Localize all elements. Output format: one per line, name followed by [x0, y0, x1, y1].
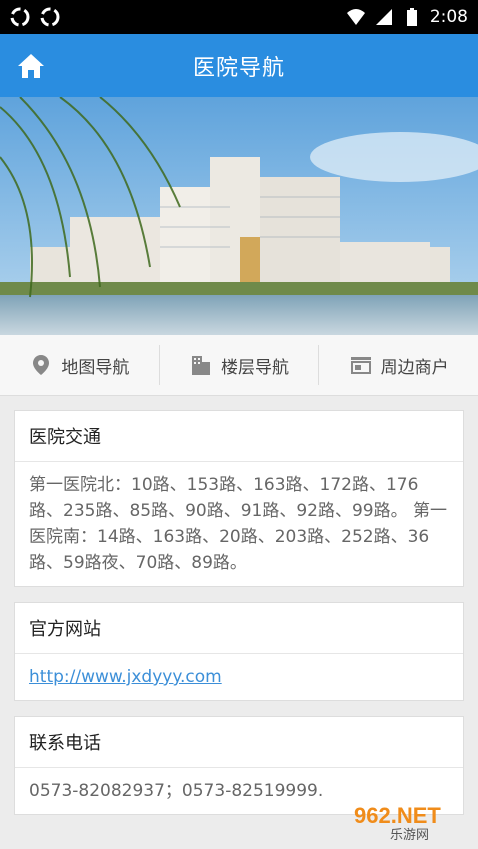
- signal-icon: [375, 9, 392, 25]
- tab-map-navigation[interactable]: 地图导航: [0, 345, 159, 385]
- traffic-info: 第一医院北：10路、153路、163路、172路、176路、235路、85路、9…: [29, 475, 448, 573]
- wifi-icon: [346, 9, 365, 25]
- hospital-photo: [0, 97, 478, 335]
- sync-icon: [40, 7, 60, 27]
- card-title: 医院交通: [15, 411, 463, 462]
- traffic-card: 医院交通 第一医院北：10路、153路、163路、172路、176路、235路、…: [14, 410, 464, 587]
- tab-label: 楼层导航: [221, 357, 289, 378]
- nav-tabs: 地图导航 楼层导航 周边商户: [0, 335, 478, 396]
- building-icon: [192, 356, 210, 375]
- content: 医院交通 第一医院北：10路、153路、163路、172路、176路、235路、…: [0, 410, 478, 815]
- page-title: 医院导航: [192, 55, 285, 81]
- tab-nearby-stores[interactable]: 周边商户: [318, 345, 478, 385]
- svg-text:乐游网: 乐游网: [390, 828, 429, 843]
- location-pin-icon: [33, 355, 50, 375]
- app-bar: 医院导航: [0, 34, 478, 97]
- website-link[interactable]: http://www.jxdyyy.com: [29, 667, 222, 687]
- store-icon: [350, 357, 371, 374]
- tab-label: 地图导航: [61, 357, 130, 378]
- home-icon[interactable]: [16, 52, 46, 80]
- watermark-logo: 962.NET 乐游网: [350, 799, 470, 843]
- svg-text:962.NET: 962.NET: [354, 803, 441, 828]
- card-title: 联系电话: [15, 717, 463, 768]
- clock: 2:08: [429, 7, 468, 27]
- tab-floor-navigation[interactable]: 楼层导航: [158, 345, 319, 385]
- tab-label: 周边商户: [380, 357, 449, 378]
- status-bar: 2:08: [0, 0, 478, 34]
- sync-icon: [10, 7, 30, 27]
- battery-icon: [406, 8, 417, 26]
- website-card: 官方网站 http://www.jxdyyy.com: [14, 602, 464, 701]
- card-title: 官方网站: [15, 603, 463, 654]
